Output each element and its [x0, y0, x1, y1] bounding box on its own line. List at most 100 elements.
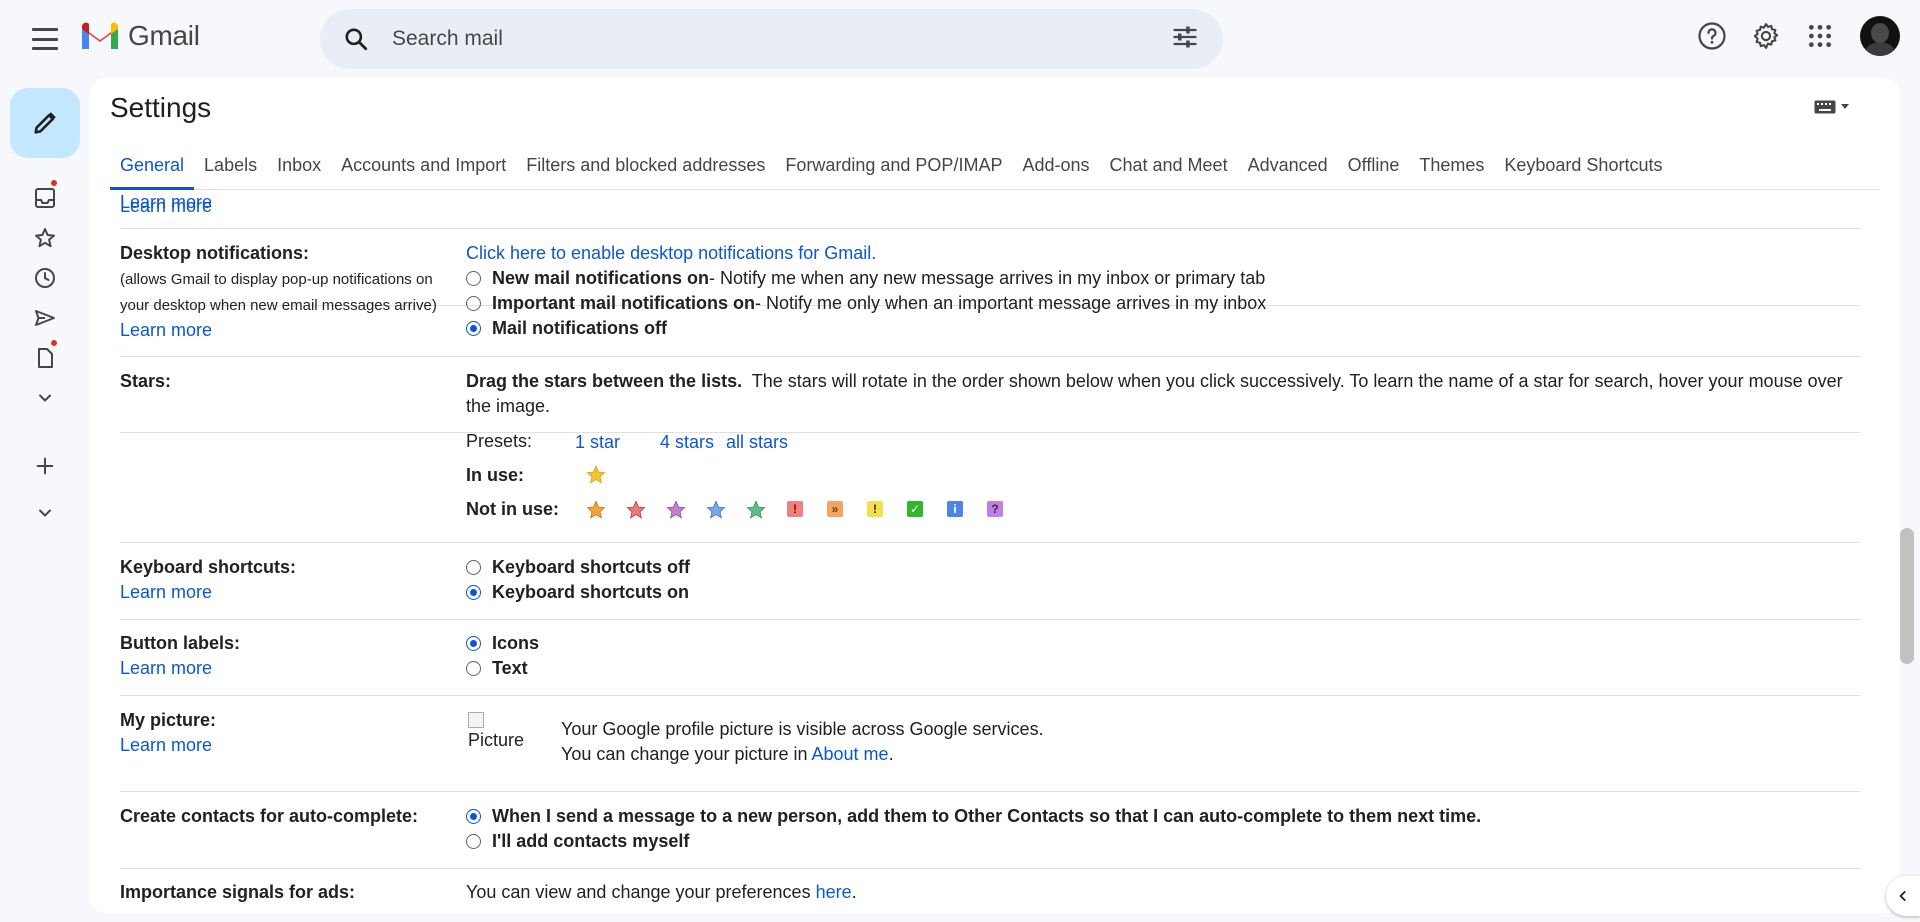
- divider: [120, 695, 1860, 696]
- keyboard-shortcuts-label: Keyboard shortcuts:: [120, 557, 297, 577]
- labels-expand[interactable]: [25, 493, 65, 533]
- learn-more-link[interactable]: Learn more: [120, 320, 212, 341]
- divider: [120, 356, 1860, 357]
- purple-star-icon[interactable]: [665, 499, 687, 521]
- gmail-logo[interactable]: Gmail: [80, 20, 200, 52]
- button-labels-text-option[interactable]: Text: [466, 658, 528, 679]
- period: .: [888, 744, 894, 764]
- gmail-m-icon: [82, 22, 118, 49]
- option-label: Icons: [492, 633, 540, 653]
- button-labels-label: Button labels:: [120, 633, 240, 653]
- search-bar[interactable]: [320, 9, 1223, 69]
- send-icon: [35, 310, 55, 326]
- ads-text: You can view and change your preferences: [466, 882, 816, 902]
- learn-more-link[interactable]: Learn more: [120, 192, 212, 213]
- option-desc: - Notify me only when an important messa…: [755, 293, 1267, 313]
- radio-new-mail[interactable]: [466, 271, 481, 286]
- not-in-use-label: Not in use:: [466, 499, 559, 519]
- auto-add-contacts-option[interactable]: When I send a message to a new person, a…: [466, 806, 1481, 827]
- compose-button[interactable]: [10, 88, 80, 158]
- enable-desktop-notifications-link[interactable]: Click here to enable desktop notificatio…: [466, 243, 876, 264]
- learn-more-link[interactable]: Learn more: [120, 658, 212, 679]
- search-icon[interactable]: [340, 23, 372, 55]
- purple-question-icon[interactable]: ?: [987, 501, 1003, 517]
- period: .: [851, 882, 857, 902]
- important-mail-notifications-option[interactable]: Important mail notifications on - Notify…: [466, 293, 1266, 314]
- starred-nav[interactable]: [25, 218, 65, 258]
- profile-picture-image[interactable]: Picture: [468, 712, 528, 756]
- stars-description-line2: the image.: [466, 396, 551, 416]
- sent-nav[interactable]: [25, 298, 65, 338]
- mail-notifications-off-option[interactable]: Mail notifications off: [466, 318, 667, 339]
- top-bar: Gmail: [0, 0, 1920, 78]
- stars-description-text: The stars will rotate in the order shown…: [742, 371, 1843, 391]
- side-panel-toggle[interactable]: [1886, 876, 1920, 916]
- option-label: New mail notifications on: [492, 268, 710, 288]
- option-label: Keyboard shortcuts on: [492, 582, 690, 602]
- radio-notifications-off[interactable]: [466, 321, 481, 336]
- radio-auto-add[interactable]: [466, 809, 481, 824]
- divider: [120, 228, 1860, 229]
- desktop-notifications-label: Desktop notifications:: [120, 243, 310, 263]
- blue-info-icon[interactable]: i: [947, 501, 963, 517]
- keyboard-shortcuts-on-option[interactable]: Keyboard shortcuts on: [466, 582, 689, 603]
- search-options-icon[interactable]: [1171, 23, 1203, 55]
- blue-star-icon[interactable]: [705, 499, 727, 521]
- stars-description-bold: Drag the stars between the lists.: [466, 371, 743, 391]
- red-bang-icon[interactable]: !: [787, 501, 803, 517]
- option-label: Text: [492, 658, 528, 678]
- more-nav[interactable]: [25, 378, 65, 418]
- scrollbar-thumb[interactable]: [1900, 528, 1914, 664]
- radio-important-mail[interactable]: [466, 296, 481, 311]
- keyboard-shortcuts-off-option[interactable]: Keyboard shortcuts off: [466, 557, 690, 578]
- in-use-label: In use:: [466, 465, 525, 485]
- radio-icons[interactable]: [466, 636, 481, 651]
- create-label-button[interactable]: [25, 446, 65, 486]
- presets-label: Presets:: [466, 431, 533, 451]
- drafts-nav[interactable]: [25, 338, 65, 378]
- option-label: When I send a message to a new person, a…: [492, 806, 1482, 826]
- option-label: Keyboard shortcuts off: [492, 557, 691, 577]
- ads-here-link[interactable]: here: [816, 882, 852, 902]
- pencil-icon: [34, 112, 56, 134]
- chevron-down-icon: [39, 509, 51, 517]
- snoozed-nav[interactable]: [25, 258, 65, 298]
- help-icon[interactable]: [1692, 16, 1732, 56]
- manual-contacts-option[interactable]: I'll add contacts myself: [466, 831, 689, 852]
- divider: [120, 791, 1860, 792]
- google-apps-icon[interactable]: [1800, 16, 1840, 56]
- new-mail-notifications-option[interactable]: New mail notifications on - Notify me wh…: [466, 268, 1265, 289]
- orange-guillemet-icon[interactable]: »: [827, 501, 843, 517]
- learn-more-link[interactable]: Learn more: [120, 582, 212, 603]
- clock-icon: [35, 268, 55, 288]
- green-check-icon[interactable]: ✓: [907, 501, 923, 517]
- radio-shortcuts-on[interactable]: [466, 585, 481, 600]
- main-menu-button[interactable]: [28, 25, 62, 53]
- about-me-link[interactable]: About me: [812, 744, 889, 764]
- importance-signals-label: Importance signals for ads:: [120, 882, 356, 902]
- chevron-down-icon: [39, 394, 51, 402]
- inbox-icon: [35, 188, 55, 208]
- account-avatar[interactable]: [1860, 16, 1900, 56]
- yellow-bang-icon[interactable]: !: [867, 501, 883, 517]
- settings-gear-icon[interactable]: [1746, 16, 1786, 56]
- inbox-nav[interactable]: [25, 178, 65, 218]
- preset-all-stars[interactable]: all stars: [726, 432, 788, 453]
- left-rail: [0, 78, 90, 922]
- preset-4-stars[interactable]: 4 stars: [660, 432, 714, 453]
- learn-more-link[interactable]: Learn more: [120, 735, 212, 756]
- yellow-star-icon[interactable]: [585, 464, 607, 486]
- picture-info-text: You can change your picture in: [561, 744, 812, 764]
- option-desc: - Notify me when any new message arrives…: [709, 268, 1266, 288]
- radio-shortcuts-off[interactable]: [466, 560, 481, 575]
- search-input[interactable]: [392, 27, 1152, 51]
- radio-text[interactable]: [466, 661, 481, 676]
- radio-manual-contacts[interactable]: [466, 834, 481, 849]
- preset-1-star[interactable]: 1 star: [575, 432, 620, 453]
- green-star-icon[interactable]: [745, 499, 767, 521]
- button-labels-icons-option[interactable]: Icons: [466, 633, 539, 654]
- red-star-icon[interactable]: [625, 499, 647, 521]
- my-picture-label: My picture:: [120, 710, 217, 730]
- stars-description: Drag the stars between the lists. The st…: [466, 371, 1843, 392]
- orange-star-icon[interactable]: [585, 499, 607, 521]
